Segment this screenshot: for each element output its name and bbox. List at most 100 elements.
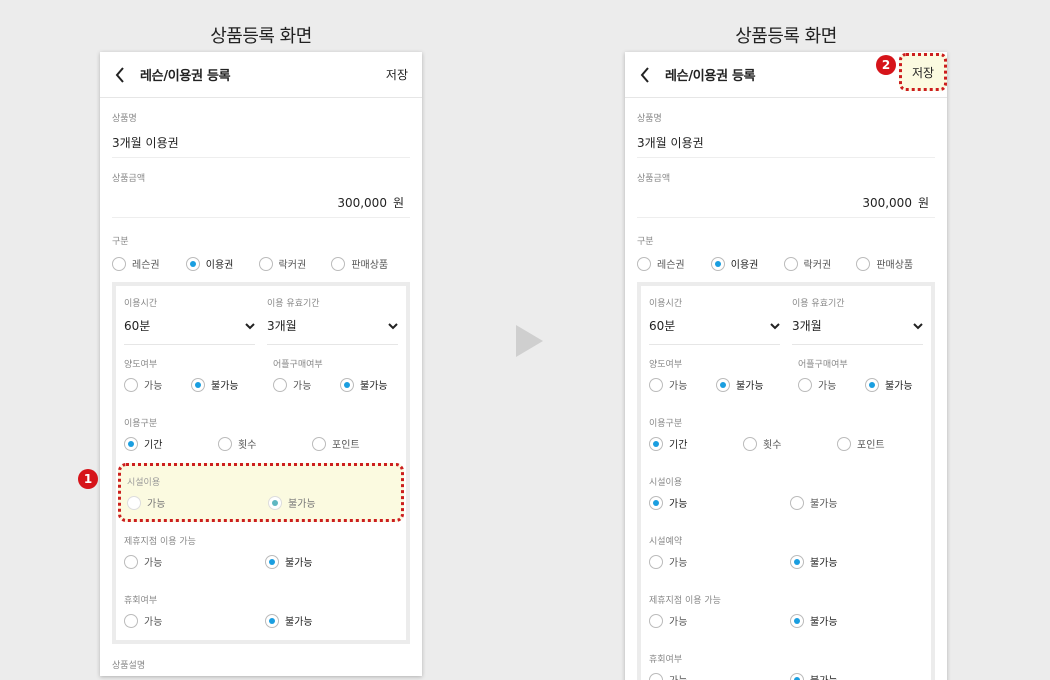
field-label: 이용시간 (124, 299, 158, 309)
radio-option[interactable]: 가능 (649, 495, 790, 510)
radio-option-label: 불가능 (285, 617, 313, 628)
radio-option[interactable]: 락커권 (783, 256, 857, 271)
radio-circle-icon (273, 377, 287, 392)
phone-screen-after: 레슨/이용권 등록 저장 상품명 3개월 이용권 상품금액 300,000 원 구분 레슨권 이용… (625, 52, 947, 680)
field-label: 이용 유효기간 (792, 299, 845, 309)
radio-option[interactable]: 포인트 (837, 436, 917, 451)
validity-select[interactable]: 3개월 (792, 317, 923, 345)
radio-option-label: 레슨권 (132, 260, 160, 271)
radio-option[interactable]: 포인트 (312, 436, 392, 451)
radio-option[interactable]: 불가능 (790, 672, 890, 680)
radio-option[interactable]: 가능 (124, 554, 265, 569)
radio-circle-icon (743, 436, 757, 451)
radio-circle-icon (790, 495, 804, 510)
radio-group: 가능 불가능 (273, 377, 410, 392)
field-label: 이용 유효기간 (267, 299, 320, 309)
radio-option-label: 판매상품 (351, 260, 389, 271)
field-label: 상품금액 (637, 174, 671, 184)
option-group: 양도여부 가능 불가능 어플구매여부 가능 불가능 (649, 345, 923, 404)
radio-option-label: 가능 (669, 558, 688, 569)
use-time-select[interactable]: 60분 (649, 317, 780, 345)
radio-option[interactable]: 불가능 (716, 377, 786, 392)
radio-option[interactable]: 기간 (124, 436, 218, 451)
radio-option-label: 불가능 (285, 558, 313, 569)
use-time-select[interactable]: 60분 (124, 317, 255, 345)
radio-option[interactable]: 가능 (649, 613, 790, 628)
radio-option-label: 횟수 (763, 440, 782, 451)
form-content: 상품명 3개월 이용권 상품금액 300,000 원 구분 레슨권 이용권 락커권 판매상품 이용시… (625, 98, 947, 680)
radio-option[interactable]: 불가능 (268, 495, 368, 510)
option-group: 제휴지점 이용 가능 가능 불가능 (649, 581, 923, 640)
field-label: 시설예약 (649, 537, 683, 547)
radio-option[interactable]: 불가능 (865, 377, 935, 392)
radio-option-label: 가능 (144, 381, 163, 392)
radio-option-label: 횟수 (238, 440, 257, 451)
radio-group: 가능 불가능 (649, 377, 786, 392)
radio-circle-icon (649, 495, 663, 510)
field-label: 제휴지점 이용 가능 (124, 537, 196, 547)
radio-group: 기간 횟수 포인트 (649, 436, 923, 451)
radio-option[interactable]: 이용권 (710, 256, 784, 271)
radio-option-label: 락커권 (803, 260, 832, 271)
radio-circle-icon (127, 495, 141, 510)
radio-option[interactable]: 판매상품 (331, 256, 410, 271)
radio-option[interactable]: 불가능 (265, 554, 365, 569)
radio-group: 레슨권 이용권 락커권 판매상품 (112, 256, 410, 271)
product-name-field[interactable]: 상품명 3개월 이용권 (112, 98, 410, 158)
product-name-field[interactable]: 상품명 3개월 이용권 (637, 98, 935, 158)
validity-select[interactable]: 3개월 (267, 317, 398, 345)
callout-badge-2: 2 (876, 55, 896, 75)
radio-option[interactable]: 락커권 (258, 256, 332, 271)
radio-option[interactable]: 가능 (649, 377, 716, 392)
radio-option-label: 불가능 (736, 381, 764, 392)
form-content: 상품명 3개월 이용권 상품금액 300,000 원구분레슨권 이용권 락커권 판매상품이용시… (100, 98, 422, 671)
radio-option[interactable]: 불가능 (790, 495, 890, 510)
radio-option[interactable]: 가능 (127, 495, 268, 510)
radio-option[interactable]: 판매상품 (856, 256, 935, 271)
radio-option[interactable]: 레슨권 (112, 256, 186, 271)
radio-circle-icon (340, 377, 354, 392)
radio-option[interactable]: 불가능 (790, 554, 890, 569)
radio-option[interactable]: 횟수 (743, 436, 837, 451)
radio-circle-icon (790, 613, 804, 628)
radio-option-label: 가능 (669, 499, 688, 510)
back-arrow-icon[interactable] (625, 52, 665, 98)
save-button[interactable]: 저장 (386, 66, 408, 83)
radio-option[interactable]: 가능 (798, 377, 865, 392)
radio-option-label: 레슨권 (657, 260, 685, 271)
app-bar: 레슨/이용권 등록 저장 (100, 52, 422, 98)
price-field[interactable]: 상품금액 300,000 원 (112, 158, 410, 218)
radio-option[interactable]: 가능 (124, 377, 191, 392)
radio-option[interactable]: 가능 (649, 554, 790, 569)
callout-badge-1: 1 (78, 469, 98, 489)
radio-group: 레슨권 이용권 락커권 판매상품 (637, 256, 935, 271)
option-group: 시설이용 가능 불가능 (118, 463, 404, 522)
radio-circle-icon (790, 554, 804, 569)
radio-option[interactable]: 불가능 (191, 377, 261, 392)
radio-option[interactable]: 불가능 (340, 377, 410, 392)
radio-option[interactable]: 레슨권 (637, 256, 711, 271)
radio-option[interactable]: 불가능 (790, 613, 890, 628)
radio-group: 가능 불가능 (124, 554, 398, 569)
screen-caption-right: 상품등록 화면 (735, 26, 837, 47)
radio-option[interactable]: 불가능 (265, 613, 365, 628)
field-label: 구분 (112, 237, 129, 247)
radio-circle-icon (837, 436, 851, 451)
radio-option[interactable]: 기간 (649, 436, 743, 451)
radio-circle-icon (124, 377, 138, 392)
radio-option[interactable]: 가능 (273, 377, 340, 392)
save-button[interactable]: 저장 (899, 53, 947, 91)
radio-option[interactable]: 이용권 (185, 256, 259, 271)
radio-option[interactable]: 가능 (649, 672, 790, 680)
radio-group: 가능 불가능 (124, 377, 261, 392)
option-group: 이용구분 기간 횟수 포인트 (649, 404, 923, 463)
radio-circle-icon (218, 436, 232, 451)
radio-circle-icon (124, 436, 138, 451)
radio-option[interactable]: 가능 (124, 613, 265, 628)
option-group: 양도여부 가능 불가능 어플구매여부 가능 불가능 (124, 345, 398, 404)
back-arrow-icon[interactable] (100, 52, 140, 98)
field-label: 어플구매여부 (273, 360, 323, 370)
price-field[interactable]: 상품금액 300,000 원 (637, 158, 935, 218)
radio-option[interactable]: 횟수 (218, 436, 312, 451)
chevron-down-icon (388, 322, 398, 329)
